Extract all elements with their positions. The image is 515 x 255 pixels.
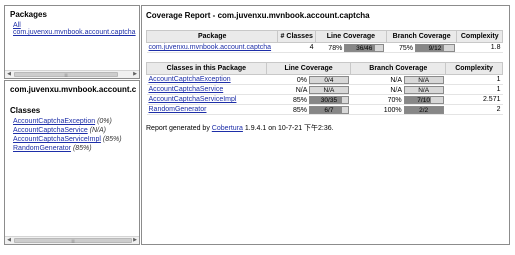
branch-coverage-ratio: 2/2 xyxy=(419,106,429,114)
table-row: AccountCaptchaService N/A N/A N/A N/A 1 xyxy=(146,84,503,95)
branch-coverage-pct: 70% xyxy=(387,96,402,104)
class-row-link[interactable]: RandomGenerator xyxy=(149,106,207,113)
complexity-value: 1 xyxy=(445,84,503,95)
footer-suffix: 1.9.4.1 on 10-7-21 下午2:36. xyxy=(244,125,334,132)
class-link[interactable]: AccountCaptchaService xyxy=(13,127,88,134)
line-coverage-bar: 36/46 xyxy=(344,43,385,52)
all-packages-link[interactable]: All xyxy=(13,22,139,29)
branch-coverage-ratio: 7/10 xyxy=(417,96,430,104)
list-item: RandomGenerator (85%) xyxy=(13,144,139,153)
line-coverage-ratio: 6/7 xyxy=(324,106,334,114)
packages-horizontal-scrollbar[interactable]: ◀ ||| ▶ xyxy=(5,70,139,78)
branch-coverage-ratio: N/A xyxy=(418,76,430,84)
table-row: AccountCaptchaServiceImpl 85% 30/35 70% 7/… xyxy=(146,94,503,105)
scroll-left-icon[interactable]: ◀ xyxy=(5,71,13,78)
package-link[interactable]: com.juvenxu.mvnbook.account.captcha xyxy=(13,29,139,36)
scroll-right-icon[interactable]: ▶ xyxy=(131,71,139,78)
complexity-value: 1 xyxy=(445,74,503,85)
line-coverage-pct: 85% xyxy=(292,96,307,104)
class-link[interactable]: AccountCaptchaServiceImpl xyxy=(13,136,101,143)
branch-coverage-pct: 75% xyxy=(399,44,414,52)
branch-coverage-bar: 9/12 xyxy=(414,43,455,52)
branch-coverage-pct: N/A xyxy=(390,76,402,84)
scroll-left-icon[interactable]: ◀ xyxy=(5,237,13,244)
line-coverage-pct: 0% xyxy=(296,76,307,84)
branch-coverage-ratio: N/A xyxy=(418,86,430,94)
classes-title: Classes xyxy=(10,106,41,115)
header-line-coverage[interactable]: Line Coverage xyxy=(265,62,352,75)
list-item: AccountCaptchaException (0%) xyxy=(13,117,139,126)
line-coverage-ratio: 36/46 xyxy=(356,44,373,52)
line-coverage-ratio: 30/35 xyxy=(320,96,338,104)
header-classes[interactable]: # Classes xyxy=(277,30,317,43)
scroll-right-icon[interactable]: ▶ xyxy=(131,237,139,244)
cobertura-link[interactable]: Cobertura xyxy=(212,125,243,132)
class-list: AccountCaptchaException (0%) AccountCaptc… xyxy=(5,115,139,153)
header-complexity[interactable]: Complexity xyxy=(445,62,503,75)
header-classes-in-package[interactable]: Classes in this Package xyxy=(146,62,267,75)
list-item: AccountCaptchaServiceImpl (85%) xyxy=(13,135,139,144)
footer-prefix: Report generated by xyxy=(146,125,210,132)
branch-coverage-bar: N/A xyxy=(403,85,444,94)
class-row-link[interactable]: AccountCaptchaException xyxy=(149,76,231,83)
line-coverage-pct: N/A xyxy=(295,86,307,94)
class-table: Classes in this Package Line Coverage Br… xyxy=(146,62,503,115)
package-title: com.juvenxu.mvnbook.account.c xyxy=(10,85,137,94)
classes-horizontal-scrollbar[interactable]: ◀ ||| ▶ xyxy=(5,236,139,244)
classes-frame: com.juvenxu.mvnbook.account.c Classes Ac… xyxy=(4,80,140,245)
class-coverage-pct: (0%) xyxy=(97,118,112,125)
branch-coverage-pct: N/A xyxy=(390,86,402,94)
complexity-value: 2.571 xyxy=(445,94,503,105)
table-row: AccountCaptchaException 0% 0/4 N/A N/A 1 xyxy=(146,74,503,85)
complexity-value: 2 xyxy=(445,104,503,115)
class-link[interactable]: RandomGenerator xyxy=(13,145,71,152)
class-coverage-pct: (85%) xyxy=(102,136,122,143)
header-line-coverage[interactable]: Line Coverage xyxy=(315,30,387,43)
branch-coverage-ratio: 9/12 xyxy=(428,44,442,52)
line-coverage-pct: 78% xyxy=(328,44,343,52)
report-title: Coverage Report - com.juvenxu.mvnbook.ac… xyxy=(146,11,370,20)
packages-title: Packages xyxy=(10,10,47,19)
package-row-link[interactable]: com.juvenxu.mvnbook.account.captcha xyxy=(149,44,272,51)
list-item: AccountCaptchaService (N/A) xyxy=(13,126,139,135)
header-branch-coverage[interactable]: Branch Coverage xyxy=(385,30,458,43)
branch-coverage-pct: 100% xyxy=(383,106,402,114)
table-row: com.juvenxu.mvnbook.account.captcha 4 78… xyxy=(146,42,503,53)
header-package[interactable]: Package xyxy=(145,30,279,43)
report-frame: Coverage Report - com.juvenxu.mvnbook.ac… xyxy=(141,5,510,245)
class-coverage-pct: (N/A) xyxy=(89,127,107,134)
packages-frame: Packages All com.juvenxu.mvnbook.account… xyxy=(4,5,140,79)
classes-count: 4 xyxy=(277,42,316,53)
line-coverage-bar: 0/4 xyxy=(308,75,349,84)
scrollbar-thumb[interactable]: ||| xyxy=(14,72,118,77)
class-row-link[interactable]: AccountCaptchaServiceImpl xyxy=(149,96,237,103)
report-footer: Report generated by Cobertura 1.9.4.1 on… xyxy=(146,123,334,133)
branch-coverage-bar: 7/10 xyxy=(403,95,444,104)
branch-coverage-bar: 2/2 xyxy=(403,105,444,114)
table-row: RandomGenerator 85% 6/7 100% 2/2 2 xyxy=(146,104,503,115)
line-coverage-bar: 30/35 xyxy=(308,95,349,104)
package-table: Package # Classes Line Coverage Branch C… xyxy=(145,30,503,53)
line-coverage-pct: 85% xyxy=(292,106,307,114)
branch-coverage-bar: N/A xyxy=(403,75,444,84)
line-coverage-ratio: 0/4 xyxy=(324,76,334,84)
class-link[interactable]: AccountCaptchaException xyxy=(13,118,95,125)
complexity-value: 1.8 xyxy=(456,42,503,53)
class-coverage-pct: (85%) xyxy=(72,145,92,152)
line-coverage-ratio: N/A xyxy=(323,86,335,94)
line-coverage-bar: N/A xyxy=(308,85,349,94)
scrollbar-thumb[interactable]: ||| xyxy=(14,238,132,243)
header-branch-coverage[interactable]: Branch Coverage xyxy=(350,62,447,75)
class-row-link[interactable]: AccountCaptchaService xyxy=(149,86,224,93)
line-coverage-bar: 6/7 xyxy=(308,105,349,114)
header-complexity[interactable]: Complexity xyxy=(456,30,503,43)
